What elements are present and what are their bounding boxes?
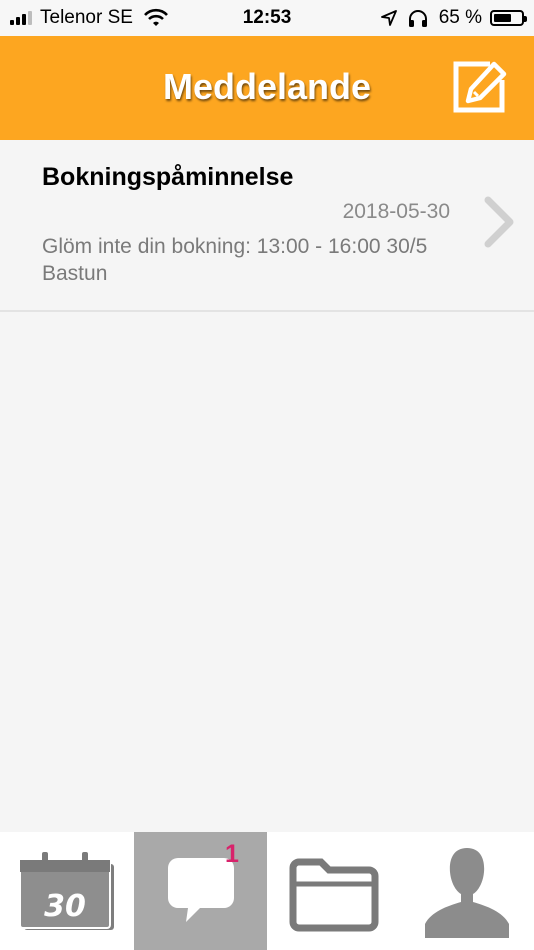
tab-calendar[interactable]: 30 (0, 832, 134, 950)
chevron-right-icon (484, 196, 514, 248)
headphones-icon (408, 10, 427, 27)
message-date: 2018-05-30 (342, 200, 450, 223)
battery-percent: 65 % (438, 7, 482, 28)
person-icon (424, 848, 509, 938)
tab-bar: 30 (0, 832, 534, 950)
location-icon (380, 10, 397, 26)
tab-messages[interactable] (133, 832, 267, 950)
battery-fill (494, 14, 511, 22)
message-subject: Bokningspåminnelse (42, 163, 294, 191)
header-bar: Meddelande (0, 36, 534, 140)
message-preview: Glöm inte din bokning: 13:00 - 16:00 30/… (42, 235, 428, 285)
status-right: 65 % (380, 7, 527, 29)
status-bar: Telenor SE 12:53 65 % (0, 0, 534, 36)
tab-profile[interactable] (401, 832, 534, 950)
folder-icon (289, 858, 379, 932)
compose-icon[interactable] (450, 58, 510, 116)
tab-documents[interactable] (267, 832, 401, 950)
message-list-item[interactable]: Bokningspåminnelse 2018-05-30 Glöm inte … (0, 140, 534, 312)
battery-icon (490, 10, 527, 26)
messages-badge: 1 (225, 840, 239, 868)
calendar-icon: 30 (19, 852, 114, 930)
calendar-day-number: 30 (44, 889, 86, 924)
